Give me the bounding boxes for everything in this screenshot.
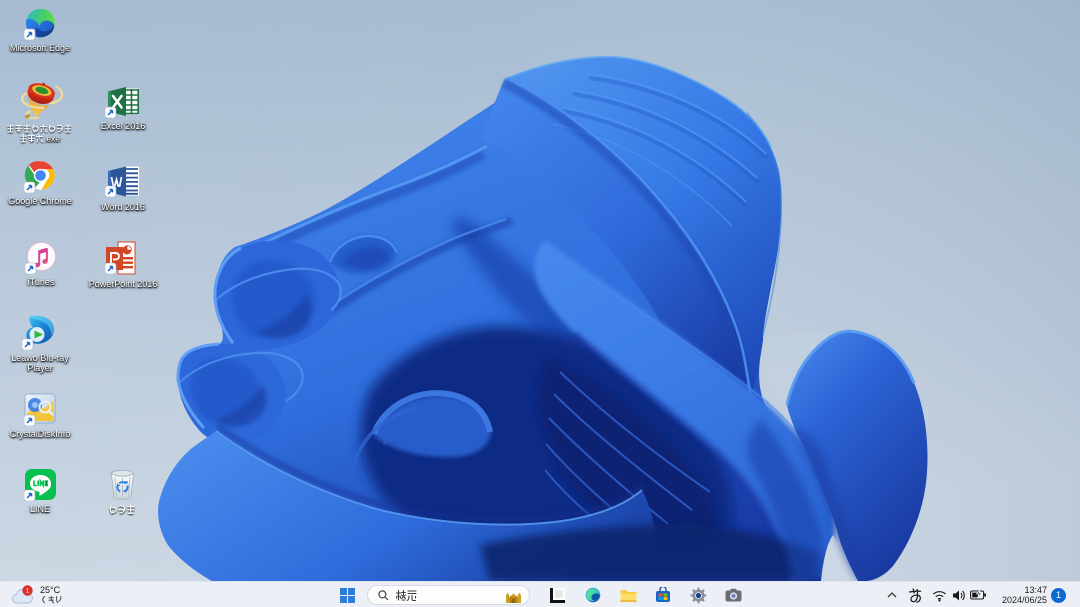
svg-text:1: 1: [26, 588, 30, 595]
